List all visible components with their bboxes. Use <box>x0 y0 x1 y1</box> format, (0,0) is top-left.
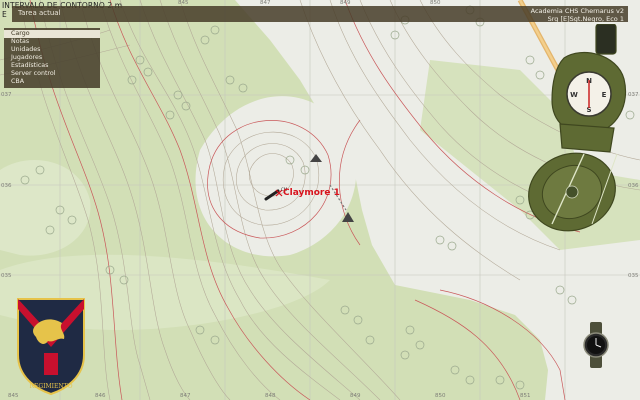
grid-label-bottom: 848 <box>265 393 276 399</box>
player-name: Srg [E]Sgt.Negro, Eco 1 <box>547 15 624 23</box>
grid-label-bottom: 850 <box>435 393 446 399</box>
grid-label-left: 036 <box>1 183 12 189</box>
grid-label-top: 847 <box>260 0 271 6</box>
svg-text:W: W <box>570 91 578 99</box>
grid-label-bottom: 846 <box>95 393 106 399</box>
menu-item-server-control[interactable]: Server control <box>4 70 100 78</box>
menu-item-cargo[interactable]: Cargo <box>4 30 100 38</box>
grid-label-top: 849 <box>340 0 351 6</box>
svg-text:E: E <box>602 91 607 99</box>
compass-icon[interactable]: NS WE <box>522 24 638 234</box>
emblem-text: REGIMIENTO <box>29 383 72 390</box>
menu-item-unidades[interactable]: Unidades <box>4 46 100 54</box>
grid-label-top: 845 <box>178 0 189 6</box>
current-task-label[interactable]: Tarea actual <box>18 9 61 17</box>
grid-label-top: 850 <box>430 0 441 6</box>
menu-item-cba[interactable]: CBA <box>4 78 100 86</box>
grid-label-left: 035 <box>1 273 12 279</box>
grid-label-bottom: 851 <box>520 393 531 399</box>
mission-info: Academia CHS Chernarus v2 Srg [E]Sgt.Neg… <box>531 7 624 23</box>
claymore-marker-label[interactable]: Claymore 1 <box>283 188 340 198</box>
contour-sub-label: E <box>2 10 7 19</box>
grid-label-left: 037 <box>1 92 12 98</box>
regiment-emblem-icon: REGIMIENTO <box>17 298 85 395</box>
header-bar: Tarea actual Academia CHS Chernarus v2 S… <box>12 6 628 23</box>
menu-item-estadisticas[interactable]: Estadísticas <box>4 62 100 70</box>
grid-label-right: 035 <box>628 273 639 279</box>
grid-label-bottom: 849 <box>350 393 361 399</box>
briefing-menu: Cargo Notas Unidades Jugadores Estadísti… <box>4 28 100 88</box>
grid-label-bottom: 847 <box>180 393 191 399</box>
mission-title: Academia CHS Chernarus v2 <box>530 7 624 15</box>
menu-item-notas[interactable]: Notas <box>4 38 100 46</box>
watch-icon[interactable] <box>581 322 611 368</box>
menu-item-jugadores[interactable]: Jugadores <box>4 54 100 62</box>
